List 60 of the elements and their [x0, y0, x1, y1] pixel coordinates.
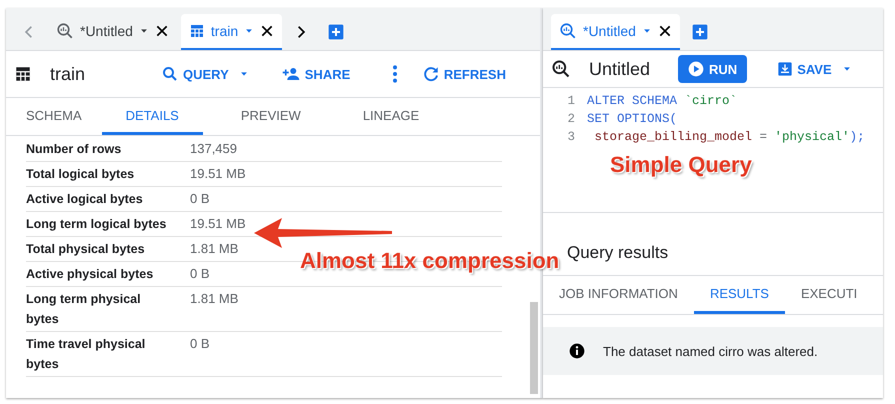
refresh-icon [422, 65, 440, 83]
detail-value: 0 B [190, 335, 210, 353]
file-tab[interactable]: *Untitled [551, 14, 680, 50]
line-number: 3 [566, 129, 575, 146]
save-button[interactable]: SAVE [769, 55, 860, 83]
file-tab[interactable]: *Untitled [48, 14, 177, 50]
search-icon [161, 65, 180, 83]
detail-label: Total logical bytes [26, 166, 136, 183]
section-tab[interactable]: DETAILS [102, 98, 203, 135]
detail-label: Active logical bytes [26, 191, 144, 208]
plus-icon [692, 24, 708, 40]
close-icon [154, 24, 169, 38]
table-title: train [50, 64, 86, 84]
detail-value: 1.81 MB [190, 290, 238, 308]
section-tab[interactable]: LINEAGE [338, 98, 444, 135]
detail-value: 19.51 MB [190, 165, 246, 183]
detail-value: 137,459 [190, 140, 237, 158]
detail-label: Long term logical bytes [26, 216, 168, 233]
run-button[interactable]: RUN [678, 55, 748, 83]
query-icon [551, 59, 571, 79]
table-icon [14, 65, 32, 83]
detail-label: Active physical bytes [26, 266, 154, 283]
detail-value: 1.81 MB [190, 240, 238, 258]
detail-label: Number of rows [26, 141, 122, 158]
line-number: 2 [566, 111, 575, 128]
info-icon [569, 343, 585, 359]
section-tab[interactable]: SCHEMA [6, 98, 102, 135]
query-icon [559, 22, 577, 40]
save-icon [777, 61, 794, 77]
scrollbar[interactable] [530, 302, 538, 394]
close-icon [658, 24, 672, 38]
query-button[interactable]: QUERY [153, 59, 257, 89]
results-tab[interactable]: EXECUTI [784, 276, 874, 314]
kebab-icon [392, 64, 398, 84]
plus-icon [328, 24, 344, 40]
detail-value: 0 B [190, 265, 210, 283]
results-tab[interactable]: RESULTS [694, 276, 785, 314]
refresh-button[interactable]: REFRESH [414, 59, 514, 89]
line-number: 1 [566, 93, 575, 110]
play-icon [688, 61, 704, 77]
person-add-icon [280, 65, 301, 83]
table-icon [188, 23, 205, 39]
detail-value: 0 B [190, 190, 210, 208]
detail-value: 19.51 MB [190, 215, 246, 233]
file-tab[interactable]: train [180, 14, 282, 50]
section-tab[interactable]: PREVIEW [216, 98, 325, 135]
detail-label: Total physical bytes [26, 241, 146, 258]
result-message: The dataset named cirro was altered. [603, 344, 818, 358]
query-title: Untitled [589, 58, 650, 80]
close-icon [260, 24, 274, 38]
detail-label: Long term physical bytes [26, 291, 142, 328]
results-tab[interactable]: JOB INFORMATION [543, 276, 694, 314]
share-button[interactable]: SHARE [272, 59, 358, 89]
code-line: ALTER SCHEMA `cirro` [587, 93, 738, 110]
code-line: storage_billing_model = 'physical'); [594, 129, 866, 146]
query-icon [56, 22, 74, 40]
detail-label: Time travel physical bytes [26, 336, 146, 373]
annotation-text: Simple Query [610, 152, 752, 178]
code-line: SET OPTIONS( [587, 111, 678, 128]
annotation-text: Almost 11x compression [300, 248, 560, 274]
